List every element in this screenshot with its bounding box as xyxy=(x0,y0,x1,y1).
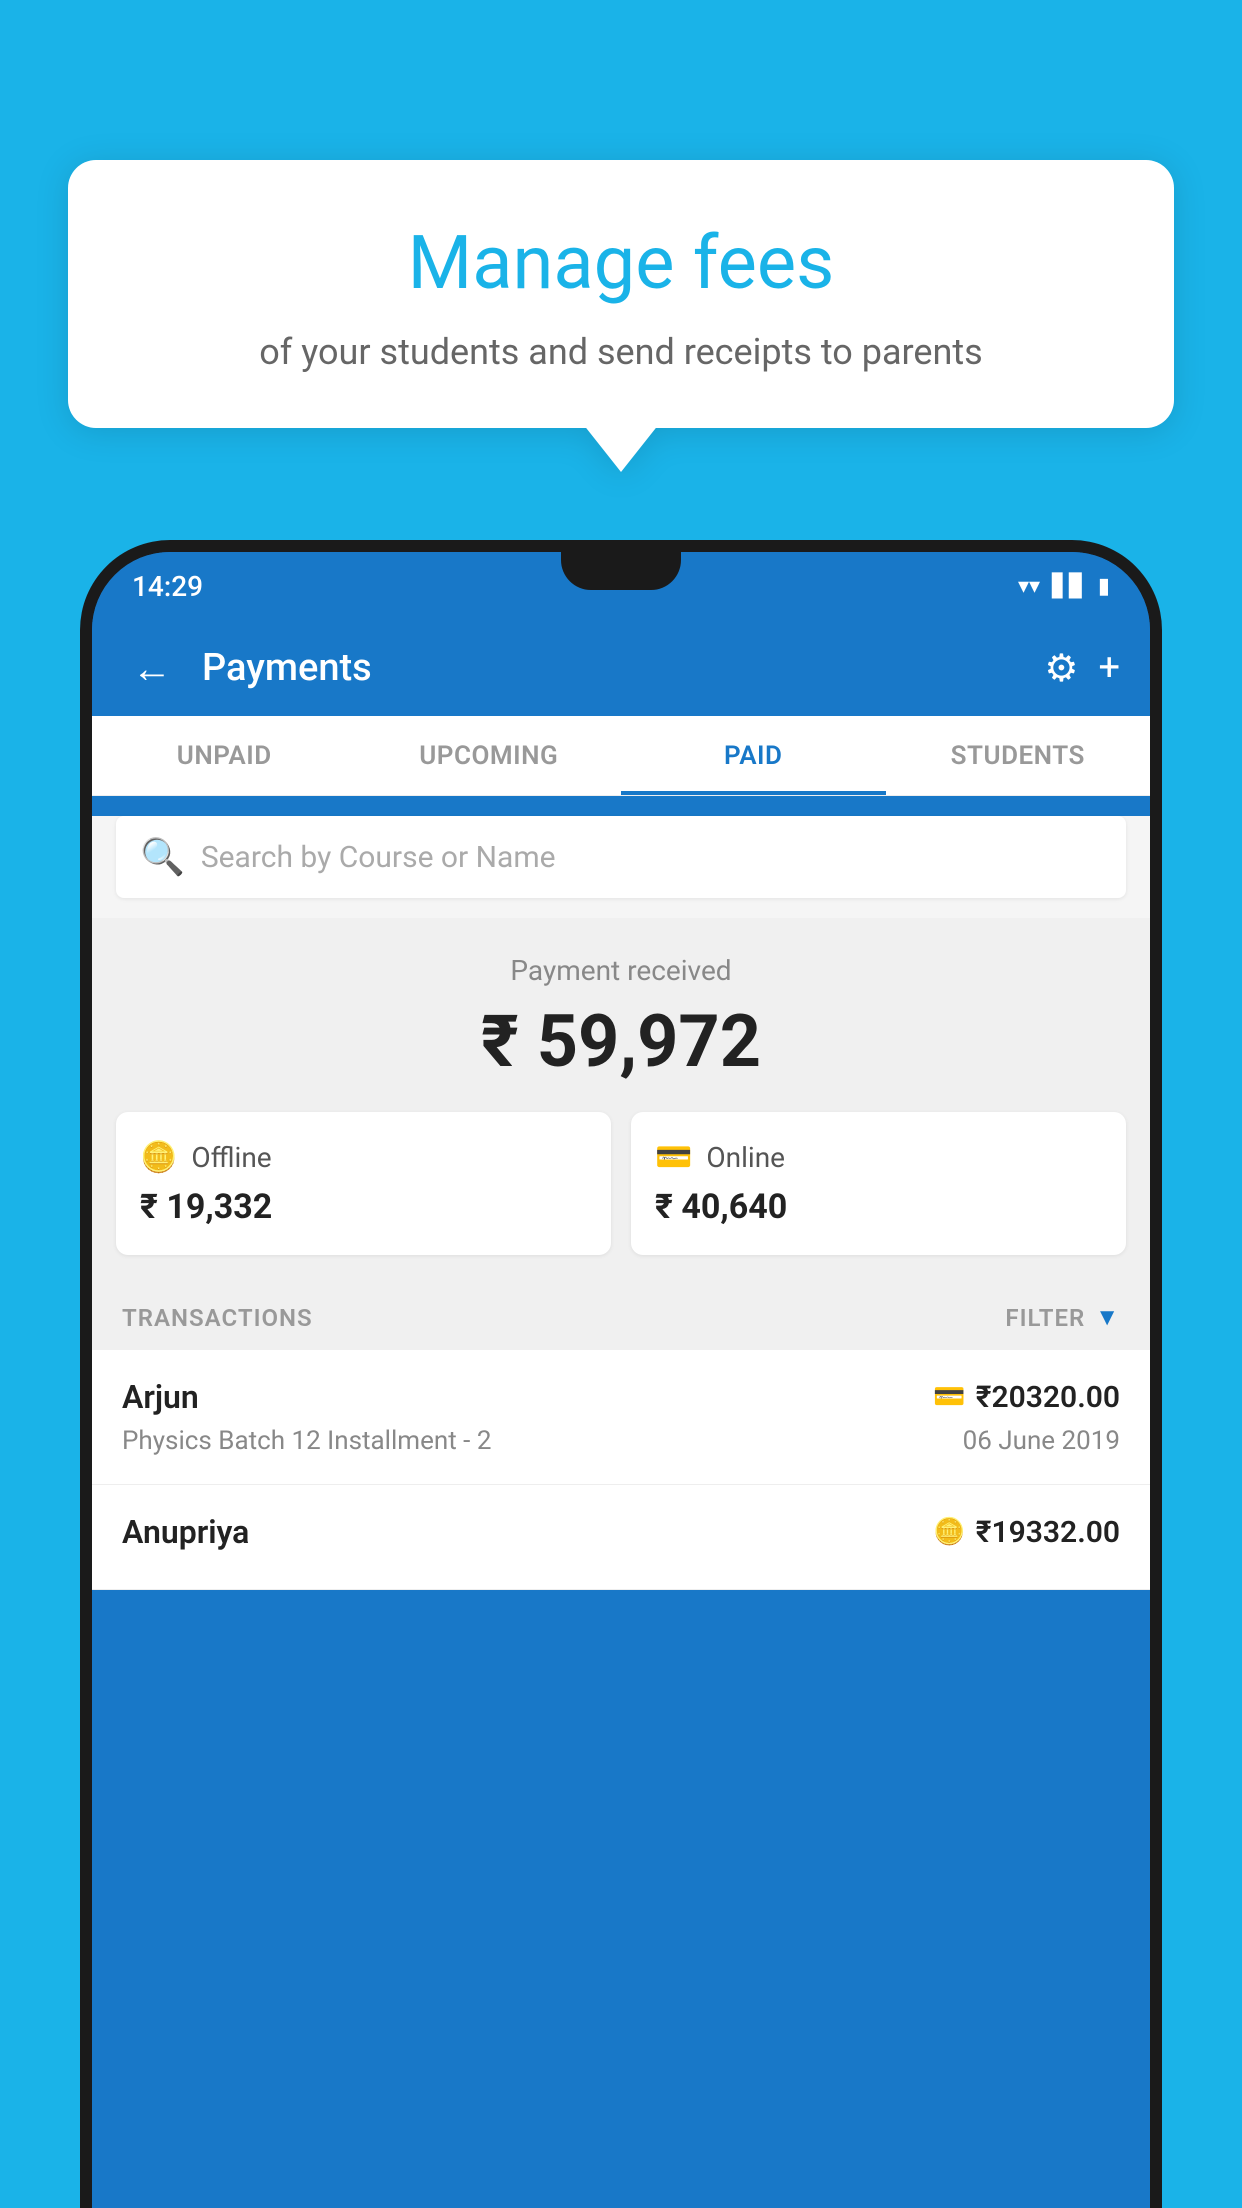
transaction-name: Anupriya xyxy=(122,1513,249,1551)
online-label: Online xyxy=(706,1141,785,1174)
wifi-icon: ▾▾ xyxy=(1018,574,1040,599)
content-area: 🔍 Search by Course or Name Payment recei… xyxy=(92,816,1150,1590)
payment-cards: 🪙 Offline ₹ 19,332 💳 Online ₹ 40,640 xyxy=(92,1112,1150,1279)
app-bar-actions: ⚙ + xyxy=(1044,646,1120,691)
online-amount: ₹ 40,640 xyxy=(655,1187,1102,1227)
transaction-date: 06 June 2019 xyxy=(963,1426,1120,1456)
online-card: 💳 Online ₹ 40,640 xyxy=(631,1112,1126,1255)
speech-bubble: Manage fees of your students and send re… xyxy=(68,160,1174,428)
filter-button[interactable]: FILTER ▼ xyxy=(1005,1303,1120,1332)
status-icons: ▾▾ ▋▊ ▮ xyxy=(1018,574,1110,599)
online-card-header: 💳 Online xyxy=(655,1140,1102,1175)
transactions-label: TRANSACTIONS xyxy=(122,1304,313,1332)
filter-icon: ▼ xyxy=(1095,1303,1120,1332)
transaction-top-row: Arjun 💳 ₹20320.00 xyxy=(122,1378,1120,1416)
transaction-name: Arjun xyxy=(122,1378,199,1416)
phone-inner: 14:29 ▾▾ ▋▊ ▮ ← Payments ⚙ + UNPAID UPCO… xyxy=(92,552,1150,2208)
table-row: Anupriya 🪙 ₹19332.00 xyxy=(92,1485,1150,1590)
transactions-header: TRANSACTIONS FILTER ▼ xyxy=(92,1279,1150,1350)
payment-type-icon: 🪙 xyxy=(933,1517,965,1547)
transaction-amount: ₹19332.00 xyxy=(976,1515,1120,1550)
transaction-amount-row: 🪙 ₹19332.00 xyxy=(933,1515,1120,1550)
payment-type-icon: 💳 xyxy=(933,1382,965,1412)
offline-label: Offline xyxy=(191,1141,271,1174)
bubble-title: Manage fees xyxy=(118,220,1124,309)
tab-paid[interactable]: PAID xyxy=(621,716,886,795)
transaction-top-row: Anupriya 🪙 ₹19332.00 xyxy=(122,1513,1120,1551)
offline-amount: ₹ 19,332 xyxy=(140,1187,587,1227)
phone-frame: 14:29 ▾▾ ▋▊ ▮ ← Payments ⚙ + UNPAID UPCO… xyxy=(80,540,1162,2208)
transaction-amount: ₹20320.00 xyxy=(976,1380,1120,1415)
offline-icon: 🪙 xyxy=(140,1140,177,1175)
tab-students[interactable]: STUDENTS xyxy=(886,716,1151,795)
signal-icon: ▋▊ xyxy=(1052,574,1086,599)
offline-card: 🪙 Offline ₹ 19,332 xyxy=(116,1112,611,1255)
payment-total-amount: ₹ 59,972 xyxy=(92,999,1150,1084)
back-button[interactable]: ← xyxy=(122,635,182,702)
phone-notch xyxy=(561,552,681,590)
transaction-amount-row: 💳 ₹20320.00 xyxy=(933,1380,1120,1415)
online-icon: 💳 xyxy=(655,1140,692,1175)
table-row: Arjun 💳 ₹20320.00 Physics Batch 12 Insta… xyxy=(92,1350,1150,1485)
tabs: UNPAID UPCOMING PAID STUDENTS xyxy=(92,716,1150,796)
offline-card-header: 🪙 Offline xyxy=(140,1140,587,1175)
settings-icon[interactable]: ⚙ xyxy=(1044,646,1078,691)
app-bar-title: Payments xyxy=(202,646,1024,690)
add-icon[interactable]: + xyxy=(1098,646,1120,690)
search-input[interactable]: Search by Course or Name xyxy=(201,840,556,875)
transaction-course: Physics Batch 12 Installment - 2 xyxy=(122,1426,491,1456)
search-bar[interactable]: 🔍 Search by Course or Name xyxy=(116,816,1126,898)
tab-unpaid[interactable]: UNPAID xyxy=(92,716,357,795)
tab-upcoming[interactable]: UPCOMING xyxy=(357,716,622,795)
bubble-subtitle: of your students and send receipts to pa… xyxy=(118,331,1124,373)
search-icon: 🔍 xyxy=(140,836,185,878)
transaction-bottom-row: Physics Batch 12 Installment - 2 06 June… xyxy=(122,1426,1120,1456)
payment-summary: Payment received ₹ 59,972 xyxy=(92,918,1150,1112)
transaction-list: Arjun 💳 ₹20320.00 Physics Batch 12 Insta… xyxy=(92,1350,1150,1590)
battery-icon: ▮ xyxy=(1098,574,1110,599)
app-bar: ← Payments ⚙ + xyxy=(92,620,1150,716)
filter-label: FILTER xyxy=(1005,1304,1085,1332)
status-time: 14:29 xyxy=(132,570,203,603)
payment-received-label: Payment received xyxy=(92,954,1150,987)
